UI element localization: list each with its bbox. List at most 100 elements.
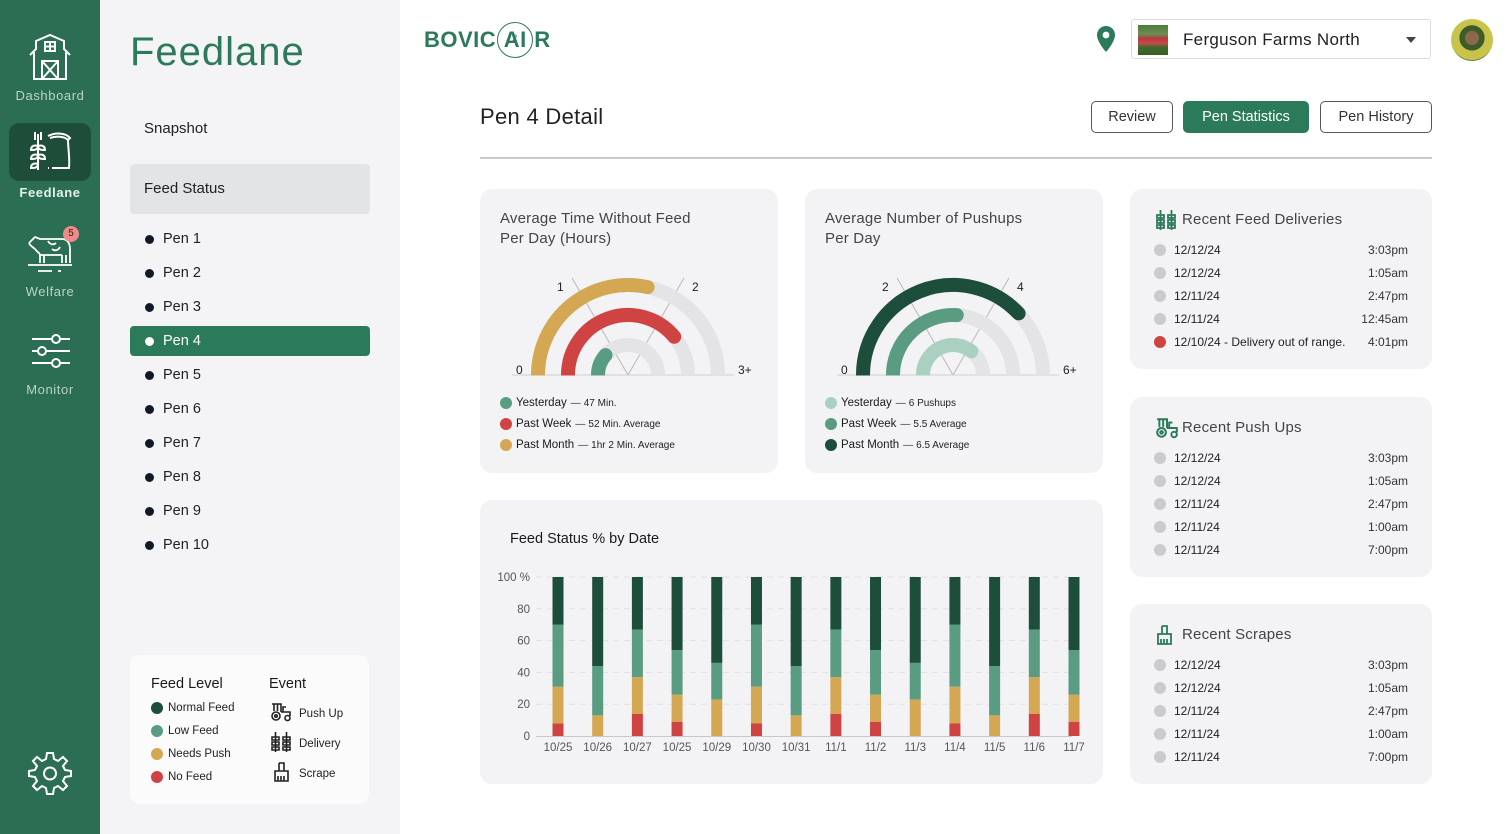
bar-needs-push — [949, 686, 961, 724]
list-item[interactable]: 12/10/24 - Delivery out of range. 4:01pm — [1154, 333, 1408, 353]
x-tick-label: 10/30 — [742, 742, 771, 754]
gauge-arc-yesterday — [916, 338, 979, 382]
bar-low-feed — [671, 650, 683, 695]
status-dot — [1154, 705, 1166, 717]
scraper-icon — [272, 762, 299, 785]
sidebar-item-pen[interactable]: Pen 1 — [130, 224, 370, 254]
tab-pen-statistics[interactable]: Pen Statistics — [1183, 101, 1309, 133]
gauge-tick-label: 1 — [557, 280, 564, 294]
legend-feed-level: Normal Feed — [151, 702, 234, 714]
nav-feedlane[interactable]: Feedlane — [9, 123, 91, 200]
sidebar-item-pen[interactable]: Pen 9 — [130, 496, 370, 526]
bar-normal-feed — [1028, 577, 1040, 630]
pen-dot — [145, 507, 154, 516]
bar-normal-feed — [592, 577, 604, 667]
farm-name: Ferguson Farms North — [1183, 30, 1360, 49]
status-dot — [1154, 267, 1166, 279]
feed-level-legend-title: Feed Level — [151, 676, 223, 692]
y-tick-label: 0 — [524, 731, 530, 743]
gauge-legend-item: Past Month — 6.5 Average — [825, 439, 969, 451]
list-item[interactable]: 12/12/24 1:05am — [1154, 264, 1408, 284]
item-time: 2:47pm — [1367, 704, 1408, 718]
bar-normal-feed — [870, 577, 882, 651]
list-item[interactable]: 12/12/24 1:05am — [1154, 472, 1408, 492]
sidebar-link-snapshot[interactable]: Snapshot — [130, 104, 370, 154]
nav-dashboard[interactable]: Dashboard — [9, 28, 91, 104]
x-tick-label: 11/5 — [984, 742, 1006, 754]
bar-normal-feed — [1068, 577, 1080, 651]
list-item[interactable]: 12/12/24 1:05am — [1154, 679, 1408, 699]
pen-dot — [145, 337, 154, 346]
farm-selector[interactable]: Ferguson Farms North — [1131, 19, 1431, 59]
sidebar-item-pen[interactable]: Pen 4 — [130, 326, 370, 356]
list-item[interactable]: 12/12/24 3:03pm — [1154, 241, 1408, 261]
gauge-legend-item: Yesterday — 47 Min. — [500, 397, 617, 409]
bar-low-feed — [790, 666, 802, 716]
item-time: 2:47pm — [1367, 289, 1408, 303]
x-tick-label: 10/25 — [663, 742, 692, 754]
item-time: 3:03pm — [1367, 451, 1408, 465]
list-item[interactable]: 12/12/24 3:03pm — [1154, 656, 1408, 676]
legend-swatch — [151, 725, 163, 737]
gauge-legend-item: Past Week — 5.5 Average — [825, 418, 967, 430]
list-item[interactable]: 12/11/24 7:00pm — [1154, 748, 1408, 768]
list-item[interactable]: 12/11/24 2:47pm — [1154, 495, 1408, 515]
legend-swatch — [500, 397, 512, 409]
status-dot — [1154, 313, 1166, 325]
pen-dot — [145, 371, 154, 380]
bar-no-feed — [552, 723, 564, 736]
item-time: 4:01pm — [1367, 335, 1408, 349]
location-pin-icon[interactable] — [1097, 26, 1115, 57]
legend-swatch — [500, 418, 512, 430]
chevron-down-icon — [1406, 37, 1416, 43]
nav-welfare[interactable]: 5 Welfare — [9, 224, 91, 300]
x-tick-label: 11/7 — [1063, 742, 1085, 754]
user-avatar[interactable] — [1451, 19, 1493, 61]
list-item[interactable]: 12/12/24 3:03pm — [1154, 449, 1408, 469]
list-item[interactable]: 12/11/24 1:00am — [1154, 518, 1408, 538]
sidebar-item-pen[interactable]: Pen 7 — [130, 428, 370, 458]
nav-monitor[interactable]: Monitor — [9, 322, 91, 398]
list-item[interactable]: 12/11/24 7:00pm — [1154, 541, 1408, 561]
legend-swatch — [500, 439, 512, 451]
bar-normal-feed — [909, 577, 921, 663]
bar-low-feed — [830, 629, 842, 678]
item-date: 12/11/24 — [1174, 289, 1220, 303]
gear-icon[interactable] — [27, 750, 73, 796]
legend-swatch — [825, 418, 837, 430]
sidebar-item-pen[interactable]: Pen 8 — [130, 462, 370, 492]
gauge-card-pushups: Average Number of Pushups Per Day 0 2 4 6+ … — [805, 189, 1103, 473]
status-dot — [1154, 290, 1166, 302]
item-time: 1:05am — [1367, 266, 1408, 280]
main-nav-rail: Dashboard Feedlane 5 Welfare Monitor — [0, 0, 100, 834]
list-item[interactable]: 12/11/24 2:47pm — [1154, 702, 1408, 722]
sidebar-item-pen[interactable]: Pen 10 — [130, 530, 370, 560]
legend-swatch — [825, 439, 837, 451]
list-item[interactable]: 12/11/24 1:00am — [1154, 725, 1408, 745]
status-dot — [1154, 544, 1166, 556]
status-dot — [1154, 475, 1166, 487]
bovicair-logo: BOVIC 2 AI R — [424, 20, 551, 60]
sidebar-item-pen[interactable]: Pen 3 — [130, 292, 370, 322]
bar-normal-feed — [830, 577, 842, 630]
list-item[interactable]: 12/11/24 12:45am — [1154, 310, 1408, 330]
y-tick-label: 100 % — [497, 572, 530, 584]
list-item[interactable]: 12/11/24 2:47pm — [1154, 287, 1408, 307]
section-title: Feedlane — [130, 30, 305, 74]
sidebar-link-feed-status[interactable]: Feed Status — [130, 164, 370, 214]
sidebar-item-pen[interactable]: Pen 6 — [130, 394, 370, 424]
bar-low-feed — [909, 662, 921, 700]
tab-pen-history[interactable]: Pen History — [1320, 101, 1432, 133]
sidebar-item-pen[interactable]: Pen 5 — [130, 360, 370, 390]
gauge-arc-yesterday — [591, 348, 613, 382]
x-tick-label: 11/2 — [865, 742, 887, 754]
bar-normal-feed — [671, 577, 683, 651]
bar-low-feed — [989, 666, 1001, 716]
bar-needs-push — [830, 677, 842, 714]
feedlane-sidebar: Feedlane Snapshot Feed Status Pen 1 Pen 2… — [100, 0, 400, 834]
tab-review[interactable]: Review — [1091, 101, 1173, 133]
nav-feedlane-label: Feedlane — [19, 185, 81, 200]
sidebar-item-pen[interactable]: Pen 2 — [130, 258, 370, 288]
gauge-card-time-without-feed: Average Time Without Feed Per Day (Hours… — [480, 189, 778, 473]
status-dot — [1154, 682, 1166, 694]
